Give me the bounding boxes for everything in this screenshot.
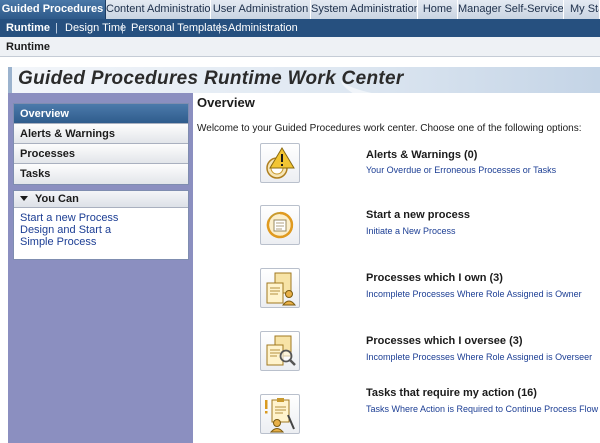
tab-system-administration[interactable]: System Administration [311,0,418,19]
subnav-separator: | [55,22,58,34]
option-link[interactable]: Your Overdue or Erroneous Processes or T… [366,165,556,175]
design-start-simple-process-link[interactable]: Design and Start a Simple Process [20,224,145,248]
overview-content: Overview Welcome to your Guided Procedur… [193,93,600,443]
tab-home[interactable]: Home [418,0,458,19]
start-new-process-link[interactable]: Start a new Process [20,212,188,224]
nav-item-tasks[interactable]: Tasks [14,164,188,184]
subnav-design-time[interactable]: Design Time [65,19,126,37]
subnav-administration[interactable]: Administration [228,19,298,37]
banner-title: Guided Procedures Runtime Work Center [18,68,404,89]
start-process-icon[interactable] [260,205,300,245]
detailed-navigation: Overview Alerts & Warnings Processes Tas… [13,103,189,185]
work-center-banner: Guided Procedures Runtime Work Center [8,66,600,93]
tab-my-staff[interactable]: My Sta [564,0,600,19]
subnav-runtime[interactable]: Runtime [6,19,50,37]
subnav-separator: | [121,22,124,34]
tab-user-administration[interactable]: User Administration [211,0,311,19]
top-navigation-tabs: Guided Procedures Content Administration… [0,0,600,19]
option-title: Tasks that require my action (16) [366,387,537,399]
processes-oversee-icon[interactable] [260,331,300,371]
you-can-heading: You Can [35,193,79,205]
collapse-triangle-icon[interactable] [20,196,28,201]
subnav-separator: | [218,22,221,34]
option-link[interactable]: Incomplete Processes Where Role Assigned… [366,352,592,362]
processes-owned-icon[interactable] [260,268,300,308]
nav-item-processes[interactable]: Processes [14,144,188,164]
option-title: Processes which I own (3) [366,272,503,284]
intro-text: Welcome to your Guided Procedures work c… [197,123,582,134]
option-title: Alerts & Warnings (0) [366,149,478,161]
nav-item-alerts-warnings[interactable]: Alerts & Warnings [14,124,188,144]
nav-item-overview[interactable]: Overview [14,104,188,124]
tab-content-administration[interactable]: Content Administration [106,0,211,19]
page-title: Overview [197,95,255,110]
option-link[interactable]: Initiate a New Process [366,226,456,236]
left-navigation-panel: Overview Alerts & Warnings Processes Tas… [8,93,193,443]
alerts-gauge-icon[interactable] [260,143,300,183]
option-title: Start a new process [366,209,470,221]
tab-guided-procedures[interactable]: Guided Procedures [0,0,106,19]
you-can-panel: You Can Start a new Process Design and S… [13,190,189,260]
tab-manager-self-service[interactable]: Manager Self-Service [458,0,564,19]
option-link[interactable]: Incomplete Processes Where Role Assigned… [366,289,582,299]
option-title: Processes which I oversee (3) [366,335,523,347]
subnav-personal-templates[interactable]: Personal Templates [131,19,227,37]
you-can-header[interactable]: You Can [14,191,188,208]
breadcrumb: Runtime [0,37,600,57]
option-link[interactable]: Tasks Where Action is Required to Contin… [366,404,598,414]
tasks-action-icon[interactable] [260,394,300,434]
second-level-navigation: Runtime | Design Time | Personal Templat… [0,19,600,37]
